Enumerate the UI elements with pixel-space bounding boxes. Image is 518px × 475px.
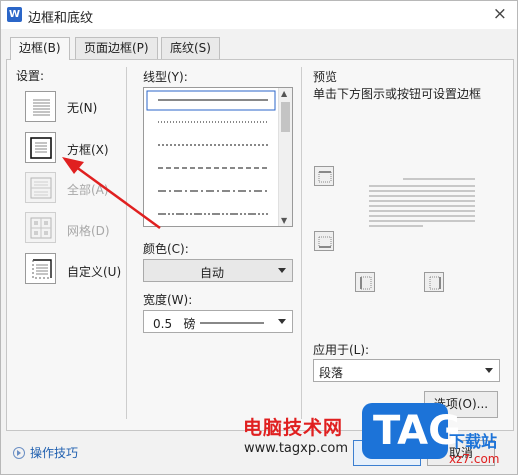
close-icon[interactable]: × <box>493 4 507 24</box>
title-bar: W 边框和底纹 × <box>1 1 517 29</box>
setting-box-button[interactable] <box>25 132 56 163</box>
tips-link[interactable]: 操作技巧 <box>13 444 78 461</box>
color-dropdown[interactable]: 自动 <box>143 259 293 282</box>
box-border-icon <box>30 137 52 159</box>
setting-box-label: 方框(X) <box>67 143 109 157</box>
grid-border-icon <box>30 217 52 239</box>
scroll-down-icon[interactable]: ▼ <box>281 216 287 225</box>
preview-heading: 预览 <box>313 70 338 84</box>
setting-none-label: 无(N) <box>67 101 98 115</box>
setting-none-button[interactable] <box>25 91 56 122</box>
line-style-heading: 线型(Y): <box>143 70 188 84</box>
play-circle-icon <box>13 447 25 459</box>
tab-shading[interactable]: 底纹(S) <box>161 37 220 59</box>
setting-custom-button[interactable] <box>25 253 56 284</box>
scroll-up-icon[interactable]: ▲ <box>281 89 287 98</box>
watermark-download-text: 下载站 <box>449 432 498 451</box>
color-value: 自动 <box>200 266 225 280</box>
tips-label: 操作技巧 <box>30 446 79 460</box>
settings-heading: 设置: <box>16 69 45 83</box>
width-line-sample <box>200 322 264 324</box>
apply-to-heading: 应用于(L): <box>313 343 370 357</box>
right-border-button[interactable] <box>424 272 444 292</box>
column-divider-left <box>126 67 127 419</box>
setting-custom-label: 自定义(U) <box>67 265 122 279</box>
apply-to-value: 段落 <box>319 366 344 380</box>
setting-grid-button[interactable] <box>25 212 56 243</box>
preview-paragraph-graphic <box>369 178 475 227</box>
width-heading: 宽度(W): <box>143 293 193 307</box>
bottom-border-icon <box>318 236 332 248</box>
chevron-down-icon <box>485 368 493 373</box>
no-border-icon <box>33 99 50 116</box>
top-border-button[interactable] <box>314 166 334 186</box>
watermark-logo-text: TAG <box>373 408 461 454</box>
wps-logo-icon: W <box>7 7 22 22</box>
right-border-icon <box>429 276 441 290</box>
custom-border-icon <box>32 259 52 279</box>
width-value: 0.5 磅 <box>153 317 196 331</box>
bottom-border-button[interactable] <box>314 231 334 251</box>
tab-borders[interactable]: 边框(B) <box>10 37 70 60</box>
line-style-scrollbar[interactable]: ▲ ▼ <box>278 88 292 226</box>
line-style-list[interactable]: ▲ ▼ <box>143 87 293 227</box>
dialog-title: 边框和底纹 <box>28 11 94 26</box>
left-border-button[interactable] <box>355 272 375 292</box>
line-style-options <box>146 90 276 215</box>
chevron-down-icon <box>278 319 286 324</box>
watermark-domain-text: xz7.com <box>449 452 500 466</box>
width-dropdown[interactable]: 0.5 磅 <box>143 310 293 333</box>
preview-hint: 单击下方图示或按钮可设置边框 <box>313 87 482 101</box>
setting-all-label: 全部(A) <box>67 183 109 197</box>
chevron-down-icon <box>278 268 286 273</box>
column-divider-right <box>301 67 302 419</box>
left-border-icon <box>360 276 372 290</box>
tab-page-borders[interactable]: 页面边框(P) <box>75 37 158 59</box>
setting-all-button[interactable] <box>25 172 56 203</box>
setting-grid-label: 网格(D) <box>67 224 110 238</box>
watermark-site-name: 电脑技术网 <box>243 417 344 439</box>
color-heading: 颜色(C): <box>143 242 189 256</box>
top-border-icon <box>318 171 332 183</box>
all-borders-icon <box>30 177 52 199</box>
scroll-thumb[interactable] <box>281 102 290 132</box>
apply-to-dropdown[interactable]: 段落 <box>313 359 500 382</box>
watermark-url: www.tagxp.com <box>244 441 348 456</box>
